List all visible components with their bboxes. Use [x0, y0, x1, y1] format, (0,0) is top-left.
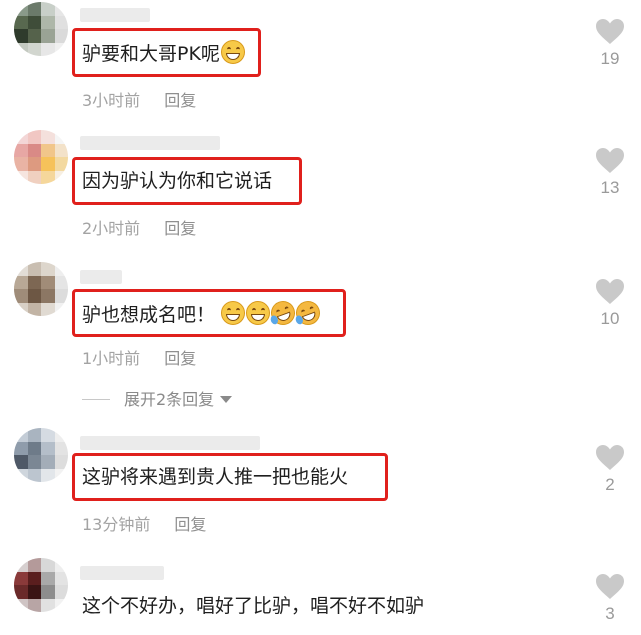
grin-emoji — [221, 301, 246, 325]
comment-text: 因为驴认为你和它说话 — [82, 170, 273, 192]
rolling-laugh-emoji — [292, 297, 324, 329]
like-count: 10 — [600, 309, 620, 328]
timestamp: 3小时前 — [82, 91, 141, 110]
comment-text: 这个不好办，唱好了比驴，唱不好不如驴 — [82, 595, 425, 617]
like-button[interactable]: 13 — [590, 147, 630, 198]
grin-emoji — [246, 301, 271, 325]
rolling-laugh-emoji — [267, 297, 299, 329]
timestamp: 13分钟前 — [82, 515, 151, 534]
comment-text: 这驴将来遇到贵人推一把也能火 — [82, 466, 349, 488]
comment-text: 驴要和大哥PK呢 — [82, 40, 245, 66]
avatar[interactable] — [14, 262, 68, 316]
comment-meta: 3小时前 回复 — [82, 87, 196, 111]
heart-icon — [596, 148, 624, 173]
expand-replies-label: 展开2条回复 — [124, 390, 215, 409]
avatar[interactable] — [14, 558, 68, 612]
grin-emoji — [220, 40, 245, 64]
comment-meta: 2小时前 回复 — [82, 215, 196, 239]
reply-button[interactable]: 回复 — [164, 219, 196, 238]
like-count: 13 — [600, 178, 620, 197]
reply-button[interactable]: 回复 — [174, 515, 206, 534]
avatar[interactable] — [14, 130, 68, 184]
comment-text: 驴也想成名吧！ — [82, 297, 324, 329]
like-button[interactable]: 2 — [590, 444, 630, 495]
avatar[interactable] — [14, 2, 68, 56]
heart-icon — [596, 19, 624, 44]
reply-button[interactable]: 回复 — [164, 349, 196, 368]
like-button[interactable]: 19 — [590, 18, 630, 69]
avatar[interactable] — [14, 428, 68, 482]
timestamp: 2小时前 — [82, 219, 141, 238]
username-placeholder[interactable] — [80, 270, 122, 284]
chevron-down-icon — [220, 396, 233, 403]
heart-icon — [596, 445, 624, 470]
like-count: 19 — [600, 49, 620, 68]
like-button[interactable]: 3 — [590, 573, 630, 624]
comment-meta: 13分钟前 回复 — [82, 511, 206, 535]
username-placeholder[interactable] — [80, 8, 150, 22]
like-count: 3 — [605, 604, 615, 623]
expand-replies-button[interactable]: 展开2条回复 — [82, 386, 233, 410]
divider — [82, 399, 110, 400]
comment-meta: 1小时前 回复 — [82, 345, 196, 369]
like-count: 2 — [605, 475, 615, 494]
timestamp: 1小时前 — [82, 349, 141, 368]
like-button[interactable]: 10 — [590, 278, 630, 329]
reply-button[interactable]: 回复 — [164, 91, 196, 110]
username-placeholder[interactable] — [80, 566, 164, 580]
heart-icon — [596, 574, 624, 599]
heart-icon — [596, 279, 624, 304]
username-placeholder[interactable] — [80, 436, 260, 450]
username-placeholder[interactable] — [80, 136, 220, 150]
